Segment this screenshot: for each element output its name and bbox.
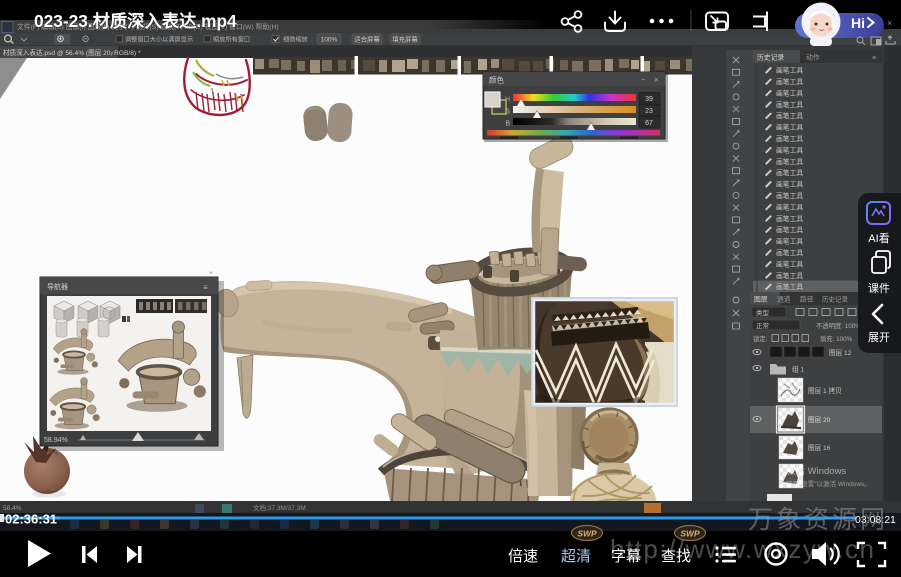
svg-text:B: B (505, 121, 510, 128)
svg-text:S: S (505, 109, 510, 116)
svg-text:转到"设置"以激活 Windows。: 转到"设置"以激活 Windows。 (786, 479, 871, 488)
svg-text:正常: 正常 (756, 321, 769, 330)
svg-text:100%: 100% (321, 36, 338, 43)
svg-text:适合屏幕: 适合屏幕 (354, 34, 380, 43)
svg-text:画笔工具: 画笔工具 (776, 180, 803, 189)
svg-text:不透明度: 100%: 不透明度: 100% (816, 321, 861, 330)
svg-text:超清: 超清 (561, 548, 591, 565)
svg-text:组 1: 组 1 (792, 365, 804, 374)
svg-text:展开: 展开 (868, 331, 890, 344)
svg-text:×: × (209, 270, 213, 277)
svg-text:画笔工具: 画笔工具 (776, 259, 803, 268)
svg-text:−: − (641, 75, 646, 84)
svg-text:调整窗口大小以满屏显示: 调整窗口大小以满屏显示 (125, 36, 193, 44)
svg-text:23: 23 (645, 108, 653, 115)
svg-text:路径: 路径 (800, 295, 814, 304)
svg-text:画笔工具: 画笔工具 (776, 66, 803, 75)
svg-text:SWP: SWP (680, 529, 700, 539)
svg-text:锁定:: 锁定: (753, 334, 768, 343)
svg-text:颜色: 颜色 (489, 75, 504, 85)
svg-text:图层 20: 图层 20 (808, 416, 831, 424)
svg-text:缩放所有窗口: 缩放所有窗口 (213, 36, 250, 44)
svg-text:画笔工具: 画笔工具 (776, 145, 803, 154)
svg-text:画笔工具: 画笔工具 (776, 134, 803, 143)
svg-text:图层 12: 图层 12 (829, 349, 852, 357)
svg-text:画笔工具: 画笔工具 (776, 202, 803, 211)
svg-text:材质深入表达.psd @ 56.4% (图层 20, RGB: 材质深入表达.psd @ 56.4% (图层 20, RGB/8) * (3, 48, 141, 57)
svg-text:画笔工具: 画笔工具 (776, 123, 803, 132)
svg-text:SWP: SWP (577, 529, 597, 539)
svg-text:58.94%: 58.94% (44, 437, 68, 444)
svg-text:填充屏幕: 填充屏幕 (392, 34, 418, 43)
svg-text:画笔工具: 画笔工具 (776, 100, 803, 109)
svg-text:画笔工具: 画笔工具 (776, 168, 803, 177)
svg-text:023-23.材质深入表达.mp4: 023-23.材质深入表达.mp4 (34, 11, 237, 31)
svg-text:画笔工具: 画笔工具 (776, 77, 803, 86)
svg-text:历史记录: 历史记录 (757, 53, 784, 62)
svg-text:67: 67 (645, 120, 653, 127)
svg-text:通道: 通道 (777, 295, 791, 304)
svg-text:AI看: AI看 (868, 231, 889, 245)
svg-text:画笔工具: 画笔工具 (776, 111, 803, 120)
svg-text:画笔工具: 画笔工具 (776, 282, 803, 291)
svg-text:查找: 查找 (661, 548, 691, 565)
svg-text:细微缩放: 细微缩放 (283, 36, 308, 44)
svg-text:≡: ≡ (872, 55, 876, 62)
svg-text:填充: 100%: 填充: 100% (820, 334, 853, 343)
svg-text:画笔工具: 画笔工具 (776, 237, 803, 246)
svg-text:×: × (654, 76, 659, 85)
svg-text:动作: 动作 (806, 53, 820, 62)
svg-text:文档:37.3M/37.3M: 文档:37.3M/37.3M (253, 503, 306, 512)
svg-text:≡: ≡ (203, 283, 208, 292)
svg-text:图层: 图层 (754, 296, 768, 304)
svg-text:画笔工具: 画笔工具 (776, 157, 803, 166)
svg-text:http://www.wxzyw.cn: http://www.wxzyw.cn (610, 534, 875, 564)
svg-text:×: × (110, 51, 114, 58)
svg-text:画笔工具: 画笔工具 (776, 271, 803, 280)
svg-text:画笔工具: 画笔工具 (776, 225, 803, 234)
svg-text:02:36:31: 02:36:31 (5, 512, 57, 527)
svg-text:画笔工具: 画笔工具 (776, 191, 803, 200)
svg-text:导航器: 导航器 (47, 282, 68, 291)
svg-text:39: 39 (645, 96, 653, 103)
svg-text:画笔工具: 画笔工具 (776, 88, 803, 97)
svg-text:Hi: Hi (851, 15, 865, 31)
svg-text:×: × (887, 18, 892, 28)
svg-text:类型: 类型 (756, 308, 770, 317)
svg-text:画笔工具: 画笔工具 (776, 248, 803, 257)
svg-text:万象资源网: 万象资源网 (748, 506, 888, 534)
svg-text:课件: 课件 (868, 282, 890, 295)
svg-text:图层 16: 图层 16 (808, 444, 831, 452)
svg-text:画笔工具: 画笔工具 (776, 214, 803, 223)
svg-text:图层 1 拷贝: 图层 1 拷贝 (808, 386, 842, 395)
svg-text:历史记录: 历史记录 (822, 295, 849, 304)
svg-text:倍速: 倍速 (508, 548, 538, 565)
svg-text:字幕: 字幕 (611, 548, 641, 565)
svg-text:激活 Windows: 激活 Windows (786, 465, 846, 477)
svg-text:H: H (505, 97, 510, 104)
